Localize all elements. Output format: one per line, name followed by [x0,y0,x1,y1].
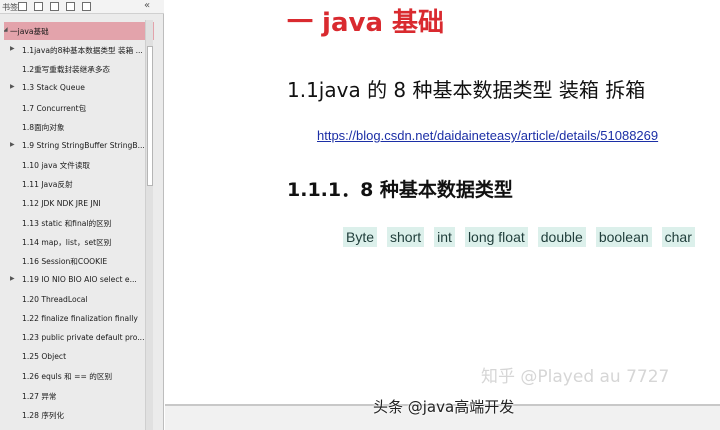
outline-root-label: 一java基础 [10,27,49,36]
outline-tree: ◢ 一java基础 ▶ 1.1java的8种基本数据类型 装箱 ... 1.2重写重… [0,20,156,430]
outline-item-label: 1.22 finalize finalization finally [22,313,138,323]
outline-item[interactable]: ▶ 1.3 Stack Queue [0,79,156,97]
outline-item-label: 1.2重写重载封装继承多态 [22,65,111,75]
outline-item[interactable]: 1.2重写重载封装继承多态 [0,60,156,78]
outline-item[interactable]: 1.16 Session和COOKIE [0,252,156,270]
outline-item-label: 1.12 JDK NDK JRE JNI [22,198,101,208]
outline-item-label: 1.25 Object [22,352,67,362]
scrollbar-thumb[interactable] [147,46,153,186]
outline-item[interactable]: 1.25 Object [0,348,156,366]
type-chip: Byte [343,227,378,247]
collapse-panel-button[interactable]: « [144,0,150,11]
outline-item[interactable]: ▶ 1.19 IO NIO BIO AIO select e... [0,271,156,289]
export-icon[interactable] [66,2,75,11]
panel-label: 书签 [2,3,18,12]
source-credit: 头条 @java高端开发 [373,398,515,416]
outline-item[interactable]: 1.7 Concurrent包 [0,99,156,117]
collapsed-arrow-icon[interactable]: ▶ [10,45,15,52]
outline-item[interactable]: 1.26 equls 和 == 的区别 [0,367,156,385]
outline-item-label: 1.9 String StringBuffer StringB... [22,141,145,150]
outline-root-item[interactable]: ◢ 一java基础 [4,22,154,40]
outline-item-label: 1.10 java 文件读取 [22,161,91,171]
type-chip: long float [464,227,528,247]
outline-item-label: 1.28 序列化 [22,410,65,420]
outline-item[interactable]: 1.28 序列化 [0,406,156,424]
subsection-heading: 1.1.1．8 种基本数据类型 [287,179,513,201]
type-chip: boolean [595,227,652,247]
outline-item[interactable]: 1.23 public private default pro... [0,329,156,347]
collapsed-arrow-icon[interactable]: ▶ [10,141,15,148]
bookmarks-toolbar: 书签 « [0,0,164,14]
type-chip: int [434,227,455,247]
expanded-arrow-icon[interactable]: ◢ [4,26,8,33]
chapter-heading: 一 java 基础 [287,8,445,38]
outline-item[interactable]: 1.11 Java反射 [0,175,156,193]
reference-link[interactable]: https://blog.csdn.net/daidaineteasy/arti… [317,128,658,143]
sidebar-scrollbar[interactable] [145,20,153,430]
outline-item-label: 1.3 Stack Queue [22,83,85,93]
bookmarks-panel: 书签 « ◢ 一java基础 ▶ 1.1java的8种基本数据类型 装箱 ... 1… [0,0,164,430]
outline-item[interactable]: 1.20 ThreadLocal [0,291,156,309]
expand-icon[interactable] [34,2,43,11]
outline-item-label: 1.8面向对象 [22,122,65,132]
outline-item-label: 1.26 equls 和 == 的区别 [22,372,113,382]
outline-item-label: 1.1java的8种基本数据类型 装箱 ... [22,46,143,55]
type-chip: char [661,227,695,247]
outline-item-label: 1.19 IO NIO BIO AIO select e... [22,275,137,285]
primitive-types-list: Byte short int long float double boolean char [343,227,695,249]
outline-item[interactable]: ▶ 1.9 String StringBuffer StringB... [0,137,156,155]
collapse-icon[interactable] [50,2,59,11]
outline-item[interactable]: 1.10 java 文件读取 [0,156,156,174]
outline-item[interactable]: 1.14 map，list，set区别 [0,233,156,251]
outline-item[interactable]: 1.13 static 和final的区别 [0,214,156,232]
outline-item-label: 1.23 public private default pro... [22,333,145,342]
collapsed-arrow-icon[interactable]: ▶ [10,83,15,90]
outline-item[interactable]: 1.12 JDK NDK JRE JNI [0,195,156,213]
outline-item-label: 1.27 异常 [22,391,57,401]
outline-item-label: 1.13 static 和final的区别 [22,218,112,228]
outline-item-label: 1.16 Session和COOKIE [22,257,108,267]
outline-item[interactable]: 1.27 异常 [0,387,156,405]
bookmark-list-icon[interactable] [18,2,27,11]
outline-item-label: 1.20 ThreadLocal [22,294,88,304]
type-chip: short [387,227,425,247]
document-page: 一 java 基础 1.1java 的 8 种基本数据类型 装箱 拆箱 http… [165,0,720,404]
watermark-text: 知乎 @Played au 7727 [481,367,670,387]
type-chip: double [537,227,586,247]
outline-item[interactable]: ▶ 1.1java的8种基本数据类型 装箱 ... [0,41,156,59]
collapsed-arrow-icon[interactable]: ▶ [10,275,15,282]
outline-item-label: 1.11 Java反射 [22,180,73,190]
outline-item[interactable]: 1.8面向对象 [0,118,156,136]
outline-item-label: 1.7 Concurrent包 [22,103,87,113]
bookmark-add-icon[interactable] [82,2,91,11]
outline-item-label: 1.14 map，list，set区别 [22,238,112,247]
outline-item[interactable]: 1.22 finalize finalization finally [0,310,156,328]
section-heading: 1.1java 的 8 种基本数据类型 装箱 拆箱 [287,78,646,102]
